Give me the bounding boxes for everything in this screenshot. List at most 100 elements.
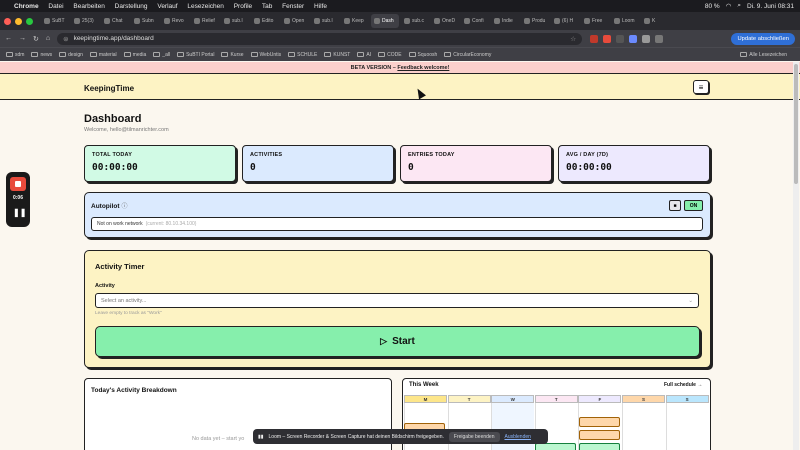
stat-value: 00:00:00 xyxy=(566,162,612,173)
extension-icon[interactable] xyxy=(603,34,612,43)
menu-bearbeiten[interactable]: Bearbeiten xyxy=(73,3,104,10)
close-window-button[interactable] xyxy=(4,17,11,25)
menu-datei[interactable]: Datei xyxy=(48,3,63,10)
clock[interactable]: Di. 9. Juni 08:31 xyxy=(747,3,794,10)
address-bar[interactable]: ⊜ keepingtime.app/dashboard ☆ xyxy=(57,32,583,45)
puzzle-icon[interactable] xyxy=(642,34,651,43)
menu-darstellung[interactable]: Darstellung xyxy=(115,3,148,10)
scrollbar-thumb[interactable] xyxy=(794,64,798,184)
bookmark-item[interactable]: sdm xyxy=(6,52,24,58)
stat-value: 0 xyxy=(250,162,256,173)
bookmark-item[interactable]: _all xyxy=(153,52,170,58)
app-logo[interactable]: KeepingTime xyxy=(84,84,134,93)
favicon-icon xyxy=(464,18,470,24)
bookmark-label: SuBTI Portal xyxy=(186,51,215,58)
bookmark-item[interactable]: AI xyxy=(357,52,371,58)
menu-verlauf[interactable]: Verlauf xyxy=(157,3,177,10)
day-column[interactable] xyxy=(622,403,665,450)
tab-item[interactable]: Chat xyxy=(101,14,129,28)
tab-item[interactable]: Dash xyxy=(371,14,399,28)
schedule-event[interactable] xyxy=(579,417,620,427)
menu-profile[interactable]: Profile xyxy=(234,3,252,10)
tab-item[interactable]: Confi xyxy=(461,14,489,28)
pause-icon[interactable]: ❚❚ xyxy=(13,208,26,217)
extension-icon[interactable] xyxy=(590,34,599,43)
minimize-window-button[interactable] xyxy=(15,17,22,25)
bookmark-item[interactable]: media xyxy=(123,52,146,58)
home-icon[interactable]: ⌂ xyxy=(46,35,50,43)
bookmark-item[interactable]: news xyxy=(31,52,52,58)
hide-notice-button[interactable]: Ausblenden xyxy=(505,434,531,440)
download-icon[interactable] xyxy=(655,34,664,43)
tab-item[interactable]: OneD xyxy=(431,14,459,28)
bookmark-star-icon[interactable]: ☆ xyxy=(570,35,576,43)
menu-fenster[interactable]: Fenster xyxy=(282,3,304,10)
tab-item[interactable]: sub.l xyxy=(311,14,339,28)
tab-item[interactable]: 25(3) xyxy=(71,14,99,28)
activity-select[interactable]: Select an activity... ⌄ xyxy=(95,293,699,308)
autopilot-toggle-button[interactable]: ON xyxy=(684,200,703,211)
day-column[interactable] xyxy=(665,403,709,450)
tab-label: Indie xyxy=(502,18,513,24)
schedule-event[interactable] xyxy=(535,443,576,450)
tab-item[interactable]: Revo xyxy=(161,14,189,28)
bookmark-item[interactable]: design xyxy=(59,52,83,58)
info-icon[interactable]: ⓘ xyxy=(122,204,128,210)
back-arrow-icon[interactable]: ← xyxy=(5,35,12,43)
tab-item[interactable]: Edito xyxy=(251,14,279,28)
bookmark-item[interactable]: CircularEconomy xyxy=(444,52,491,58)
all-bookmarks-button[interactable]: Alle Lesezeichen xyxy=(740,52,787,58)
schedule-event[interactable] xyxy=(579,443,620,450)
tab-item[interactable]: Free xyxy=(581,14,609,28)
bookmark-item[interactable]: CODE xyxy=(378,52,402,58)
bookmark-item[interactable]: KUNST xyxy=(324,52,350,58)
site-info-icon[interactable]: ⊜ xyxy=(63,35,68,43)
favicon-icon xyxy=(314,18,320,24)
bookmark-item[interactable]: Squoosh xyxy=(408,52,437,58)
tab-item[interactable]: (6) H xyxy=(551,14,579,28)
tab-item[interactable]: Subn xyxy=(131,14,159,28)
tab-item[interactable]: sub.c xyxy=(401,14,429,28)
extension-icon[interactable] xyxy=(616,34,625,43)
tab-item[interactable]: Indie xyxy=(491,14,519,28)
autopilot-stop-button[interactable]: ■ xyxy=(669,200,681,211)
zoom-window-button[interactable] xyxy=(26,17,33,25)
forward-arrow-icon[interactable]: → xyxy=(19,35,26,43)
menu-chrome[interactable]: Chrome xyxy=(14,3,39,10)
tab-item[interactable]: Produ xyxy=(521,14,549,28)
folder-icon xyxy=(153,52,161,57)
full-schedule-link[interactable]: Full schedule → xyxy=(664,382,702,388)
tab-item[interactable]: Open xyxy=(281,14,309,28)
bookmark-item[interactable]: Kurse xyxy=(221,52,244,58)
hamburger-menu-icon[interactable]: ≡ xyxy=(693,80,709,94)
stat-card-activities: ACTIVITIES 0 xyxy=(242,145,394,182)
reload-icon[interactable]: ↻ xyxy=(33,35,39,43)
tab-item[interactable]: SuBT xyxy=(41,14,69,28)
feedback-link[interactable]: Feedback welcome! xyxy=(397,65,449,71)
tab-item[interactable]: Loom xyxy=(611,14,639,28)
tab-item[interactable]: sub.l xyxy=(221,14,249,28)
menu-tab[interactable]: Tab xyxy=(262,3,272,10)
bookmark-item[interactable]: SCHULE xyxy=(288,52,317,58)
update-button[interactable]: Update abschließen xyxy=(731,32,795,45)
tab-item[interactable]: K xyxy=(641,14,669,28)
tab-item[interactable]: Relief xyxy=(191,14,219,28)
tab-label: Open xyxy=(292,18,305,24)
extension-icon[interactable] xyxy=(629,34,638,43)
stop-sharing-button[interactable]: Freigabe beenden xyxy=(448,431,500,442)
bookmark-label: material xyxy=(98,51,117,58)
start-button[interactable]: ▷ Start xyxy=(95,326,700,357)
wifi-icon[interactable]: ◠ xyxy=(726,2,732,10)
menu-hilfe[interactable]: Hilfe xyxy=(314,3,327,10)
menu-lesezeichen[interactable]: Lesezeichen xyxy=(187,3,224,10)
tab-item[interactable]: Keep xyxy=(341,14,369,28)
loom-stop-button[interactable] xyxy=(10,177,26,191)
search-icon[interactable]: ⌕ xyxy=(737,2,741,10)
favicon-icon xyxy=(434,18,440,24)
bookmark-label: KUNST xyxy=(333,51,351,58)
bookmark-item[interactable]: WebUntis xyxy=(250,52,281,58)
bookmark-item[interactable]: material xyxy=(89,51,117,58)
bookmark-item[interactable]: SuBTI Portal xyxy=(177,52,214,58)
battery-status[interactable]: 80 % xyxy=(705,3,720,10)
schedule-event[interactable] xyxy=(579,430,620,440)
